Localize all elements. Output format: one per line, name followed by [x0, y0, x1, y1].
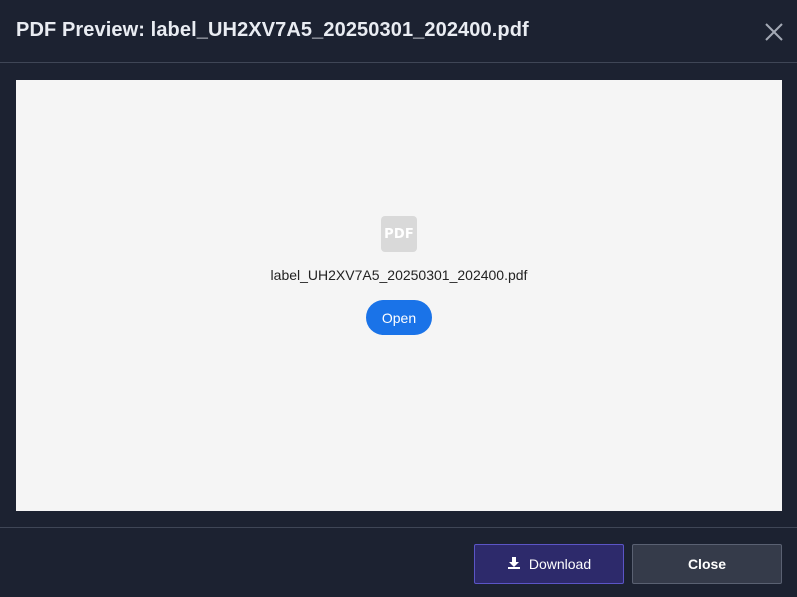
- close-button[interactable]: Close: [632, 544, 782, 584]
- pdf-preview-dialog: PDF Preview: label_UH2XV7A5_20250301_202…: [0, 0, 797, 597]
- close-button-label: Close: [687, 556, 727, 572]
- open-button[interactable]: Open: [366, 300, 432, 335]
- dialog-header: PDF Preview: label_UH2XV7A5_20250301_202…: [0, 0, 797, 63]
- pdf-file-icon-label: PDF: [384, 226, 414, 242]
- download-button-label: Download: [528, 556, 592, 572]
- download-button[interactable]: Download: [474, 544, 624, 584]
- download-icon: [507, 556, 521, 573]
- close-icon[interactable]: [762, 20, 786, 44]
- pdf-file-icon: PDF: [381, 216, 417, 252]
- dialog-title: PDF Preview: label_UH2XV7A5_20250301_202…: [16, 19, 529, 41]
- file-name: label_UH2XV7A5_20250301_202400.pdf: [270, 267, 528, 283]
- dialog-footer: Download Close: [0, 527, 797, 597]
- dialog-body: PDF label_UH2XV7A5_20250301_202400.pdf O…: [0, 63, 797, 527]
- pdf-viewer: PDF label_UH2XV7A5_20250301_202400.pdf O…: [16, 80, 782, 511]
